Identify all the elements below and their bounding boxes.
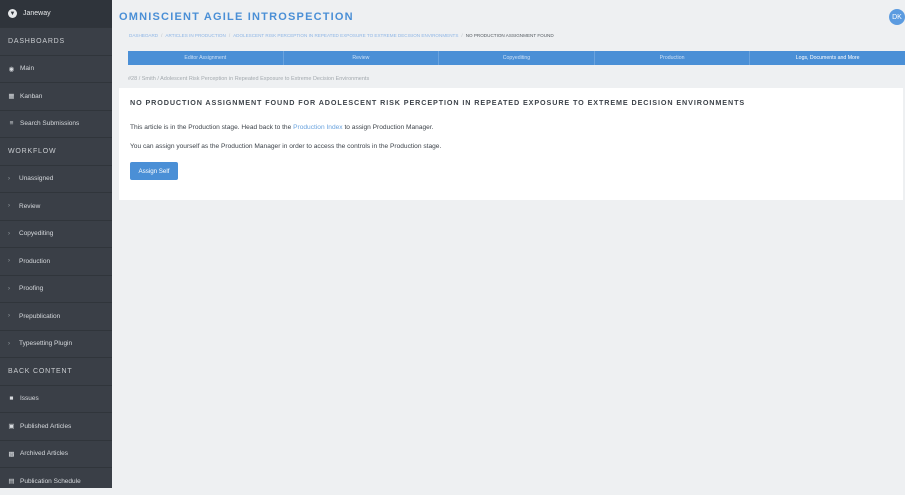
chevron-right-icon: ›	[8, 340, 10, 347]
sidebar-item-typesetting-plugin[interactable]: › Typesetting Plugin	[0, 329, 112, 358]
chevron-right-icon: ›	[8, 203, 10, 210]
chevron-right-icon: ›	[8, 258, 10, 265]
breadcrumb-separator: /	[161, 33, 163, 38]
file-icon: ▣	[8, 423, 15, 431]
sidebar-item-label: Proofing	[19, 285, 44, 293]
tachometer-icon: ◉	[8, 65, 15, 73]
tab-copyediting[interactable]: Copyediting	[439, 51, 595, 65]
sidebar-item-publication-schedule[interactable]: ▤ Publication Schedule	[0, 467, 112, 495]
sidebar-item-prepublication[interactable]: › Prepublication	[0, 302, 112, 330]
list-icon: ≡	[9, 120, 14, 128]
card-text-before: This article is in the Production stage.…	[130, 124, 294, 131]
sidebar-item-main[interactable]: ◉ Main	[0, 54, 112, 83]
sidebar-item-label: Search Submissions	[20, 120, 80, 128]
breadcrumb-article[interactable]: ADOLESCENT RISK PERCEPTION IN REPEATED E…	[233, 33, 458, 38]
tab-review[interactable]: Review	[284, 51, 440, 65]
page-title: OMNISCIENT AGILE INTROSPECTION	[119, 11, 354, 23]
chevron-right-icon: ›	[8, 313, 10, 320]
sidebar-item-label: Copyediting	[19, 230, 54, 238]
sidebar-item-published-articles[interactable]: ▣ Published Articles	[0, 412, 112, 440]
section-back-content: BACK CONTENT	[0, 357, 112, 385]
tab-editor-assignment[interactable]: Editor Assignment	[128, 51, 284, 65]
card-text-after: to assign Production Manager.	[342, 124, 434, 131]
card-title: NO PRODUCTION ASSIGNMENT FOUND FOR ADOLE…	[130, 98, 746, 107]
sidebar-item-label: Review	[19, 202, 41, 210]
sidebar-item-production[interactable]: › Production	[0, 247, 112, 275]
sidebar-item-label: Issues	[20, 395, 39, 403]
chevron-right-icon: ›	[8, 230, 10, 237]
section-workflow: WORKFLOW	[0, 137, 112, 165]
card-text-stage: This article is in the Production stage.…	[130, 124, 434, 131]
kanban-icon: ▦	[8, 93, 15, 101]
breadcrumb-current: NO PRODUCTION ASSIGNMENT FOUND	[465, 33, 554, 38]
card-text-assign: You can assign yourself as the Productio…	[130, 143, 442, 150]
brand[interactable]: ▼ Janeway	[0, 0, 112, 27]
breadcrumb-separator: /	[461, 33, 463, 38]
calendar-icon: ▤	[8, 478, 15, 486]
chevron-circle-icon: ▼	[8, 9, 17, 18]
topbar: OMNISCIENT AGILE INTROSPECTION DK	[113, 0, 905, 33]
chevron-right-icon: ›	[8, 285, 10, 292]
sidebar-item-archived-articles[interactable]: ▩ Archived Articles	[0, 439, 112, 468]
sidebar-item-label: Production	[19, 257, 51, 265]
sidebar-item-label: Unassigned	[19, 175, 54, 183]
sidebar-item-kanban[interactable]: ▦ Kanban	[0, 82, 112, 110]
production-index-link[interactable]: Production Index	[293, 124, 343, 131]
sidebar-item-proofing[interactable]: › Proofing	[0, 274, 112, 303]
sidebar-item-label: Publication Schedule	[20, 477, 81, 485]
sidebar-item-label: Published Articles	[20, 422, 72, 430]
article-subheading: #28 / Smith / Adolescent Risk Perception…	[128, 76, 370, 82]
sidebar-item-label: Prepublication	[19, 312, 61, 320]
sidebar-item-label: Archived Articles	[20, 450, 69, 458]
tab-production[interactable]: Production	[595, 51, 751, 65]
sidebar: ▼ Janeway DASHBOARDS ◉ Main ▦ Kanban ≡ S…	[0, 0, 112, 488]
sidebar-item-review[interactable]: › Review	[0, 192, 112, 220]
sidebar-item-search-submissions[interactable]: ≡ Search Submissions	[0, 109, 112, 138]
sidebar-item-unassigned[interactable]: › Unassigned	[0, 164, 112, 193]
breadcrumb-separator: /	[228, 33, 231, 38]
sidebar-item-label: Typesetting Plugin	[19, 340, 73, 348]
sidebar-item-label: Main	[20, 65, 35, 73]
sidebar-item-label: Kanban	[20, 92, 43, 100]
sidebar-item-issues[interactable]: ■ Issues	[0, 384, 112, 413]
tab-logs-documents[interactable]: Logs, Documents and More	[750, 51, 905, 65]
chevron-right-icon: ›	[8, 175, 10, 182]
breadcrumb-articles-in-production[interactable]: ARTICLES IN PRODUCTION	[165, 33, 225, 38]
breadcrumb-dashboard[interactable]: DASHBOARD	[129, 33, 158, 38]
archive-icon: ▩	[8, 450, 15, 458]
brand-label: Janeway	[23, 10, 51, 17]
folder-icon: ■	[9, 395, 14, 403]
main-content: OMNISCIENT AGILE INTROSPECTION DK DASHBO…	[113, 0, 905, 488]
stage-tabs: Editor Assignment Review Copyediting Pro…	[128, 51, 905, 65]
assign-self-button[interactable]: Assign Self	[130, 162, 178, 180]
section-dashboards: DASHBOARDS	[0, 27, 112, 55]
breadcrumb: DASHBOARD / ARTICLES IN PRODUCTION / ADOLESC…	[129, 33, 554, 38]
avatar[interactable]: DK	[889, 9, 905, 25]
content-card: NO PRODUCTION ASSIGNMENT FOUND FOR ADOLE…	[119, 88, 903, 200]
sidebar-item-copyediting[interactable]: › Copyediting	[0, 219, 112, 248]
